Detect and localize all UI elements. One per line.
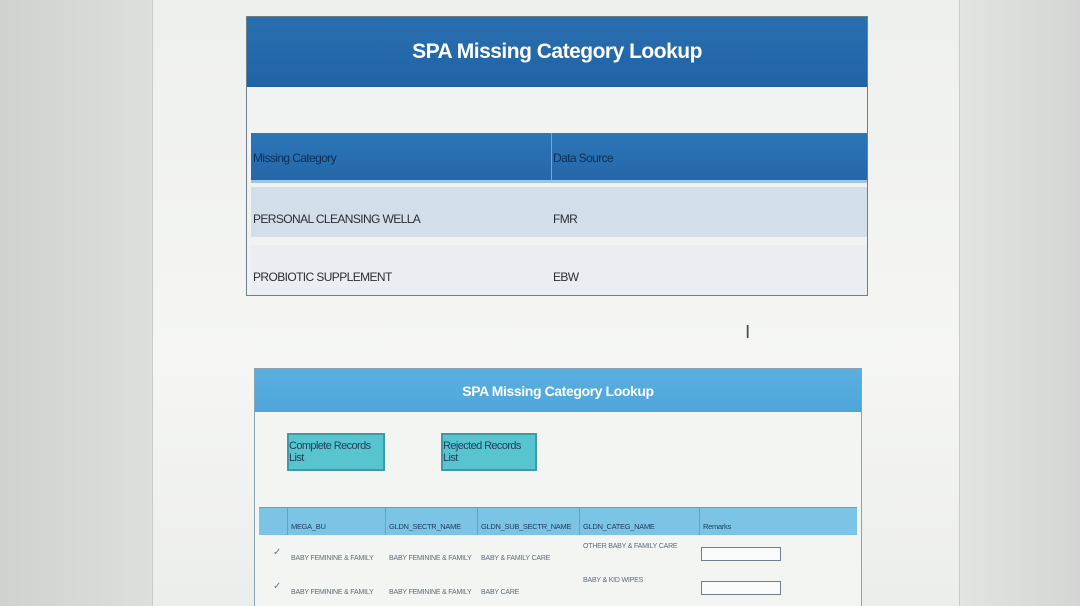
column-header-sectr-name: GLDN_SECTR_NAME [389,522,461,531]
cell-categ-name: OTHER BABY & FAMILY CARE [583,543,678,550]
remarks-input[interactable] [701,581,781,595]
column-divider [477,508,478,535]
table-row[interactable]: PROBIOTIC SUPPLEMENT EBW [251,245,867,295]
missing-category-panel: SPA Missing Category Lookup Missing Cate… [246,16,868,296]
cell-sectr-name: BABY FEMININE & FAMILY [389,555,472,562]
row-selected-check-icon[interactable]: ✓ [273,547,281,558]
screen-background-left [0,0,152,606]
cell-mega-bu: BABY FEMININE & FAMILY [291,555,374,562]
complete-records-list-button[interactable]: Complete Records List [287,433,385,471]
panel-title-bar: SPA Missing Category Lookup [255,369,861,412]
panel-title-bar: SPA Missing Category Lookup [247,17,867,87]
table-row[interactable]: PERSONAL CLEANSING WELLA FMR [251,187,867,237]
text-cursor-icon: Ι [745,322,751,343]
cell-missing-category: PROBIOTIC SUPPLEMENT [253,270,392,284]
cell-sub-sectr-name: BABY & FAMILY CARE [481,555,551,562]
column-divider [385,508,386,535]
cell-sub-sectr-name: BABY CARE [481,589,520,596]
table-row[interactable]: ✓ BABY FEMININE & FAMILY BABY FEMININE &… [259,571,857,605]
cell-mega-bu: BABY FEMININE & FAMILY [291,589,374,596]
panel-title: SPA Missing Category Lookup [462,382,654,399]
column-divider [699,508,700,535]
remarks-input[interactable] [701,547,781,561]
rejected-records-list-button[interactable]: Rejected Records List [441,433,537,471]
screen-background-right [960,0,1080,606]
cell-data-source: EBW [553,270,579,284]
records-panel: SPA Missing Category Lookup Complete Rec… [254,368,862,606]
column-header-categ-name: GLDN_CATEG_NAME [583,522,655,531]
grid-header-row: MEGA_BU GLDN_SECTR_NAME GLDN_SUB_SECTR_N… [259,507,857,535]
column-header-remarks: Remarks [703,522,731,531]
panel-title: SPA Missing Category Lookup [412,40,702,63]
table-header-row: Missing Category Data Source [251,133,867,183]
column-header-missing-category: Missing Category [253,151,337,165]
cell-missing-category: PERSONAL CLEANSING WELLA [253,212,421,226]
column-divider [551,133,552,180]
column-divider [579,508,580,535]
cell-categ-name: BABY & KID WIPES [583,577,644,584]
column-divider [287,508,288,535]
cell-sectr-name: BABY FEMININE & FAMILY [389,589,472,596]
column-header-mega-bu: MEGA_BU [291,522,326,531]
cell-data-source: FMR [553,212,578,226]
column-header-sub-sectr-name: GLDN_SUB_SECTR_NAME [481,522,572,531]
column-header-data-source: Data Source [553,151,614,165]
table-row[interactable]: ✓ BABY FEMININE & FAMILY BABY FEMININE &… [259,537,857,571]
row-selected-check-icon[interactable]: ✓ [273,581,281,592]
